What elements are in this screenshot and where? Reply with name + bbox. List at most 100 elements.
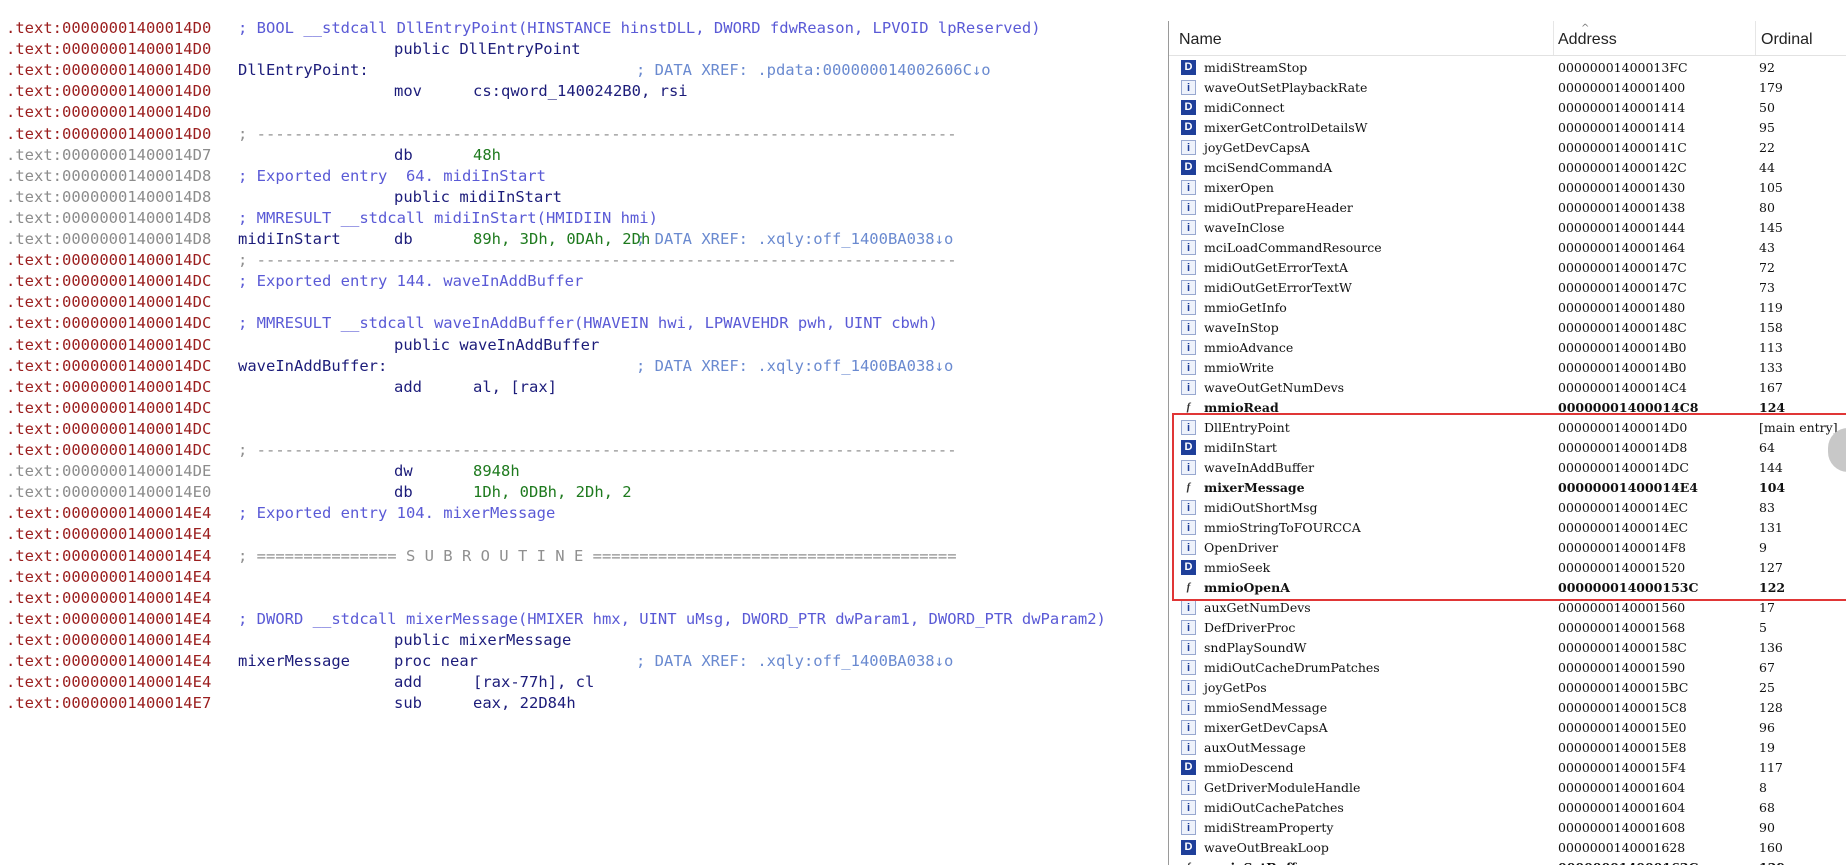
disasm-comment[interactable]: ; BOOL __stdcall DllEntryPoint(HINSTANCE… [238,18,1041,39]
disasm-address[interactable]: .text:00000001400014E4 [6,630,211,651]
export-row[interactable]: i mciLoadCommandResource 0000000140001464 4… [1169,238,1846,258]
export-row[interactable]: f mmioOpenA 000000014000153C 122 [1169,578,1846,598]
export-row[interactable]: i midiStreamProperty 0000000140001608 90 [1169,818,1846,838]
export-row[interactable]: DmidiInStart 00000001400014D8 64 [1169,438,1846,458]
export-row[interactable]: i auxOutMessage 00000001400015E8 19 [1169,738,1846,758]
disasm-comment[interactable]: ; MMRESULT __stdcall midiInStart(HMIDIIN… [238,208,658,229]
disasm-mnemonic[interactable]: dw [394,461,413,482]
disasm-label[interactable]: mixerMessage [238,651,350,672]
disasm-line[interactable]: .text:00000001400014E7 sub eax, 22D84h [6,693,1170,714]
disasm-number[interactable]: 1Dh, 0DBh, 2Dh, 2 [473,482,632,503]
disasm-line[interactable]: .text:00000001400014DC add al, [rax] [6,377,1170,398]
disasm-number[interactable]: 8948h [473,461,520,482]
disasm-address[interactable]: .text:00000001400014DC [6,440,211,461]
disasm-number[interactable]: 89h, 3Dh, 0DAh, 2Dh [473,229,650,250]
disasm-line[interactable]: .text:00000001400014E4 ; DWORD __stdcall … [6,609,1170,630]
disasm-address[interactable]: .text:00000001400014D7 [6,145,211,166]
export-row[interactable]: DmmioSeek 0000000140001520 127 [1169,558,1846,578]
disasm-address[interactable]: .text:00000001400014E7 [6,693,211,714]
export-row[interactable]: i mixerGetDevCapsA 00000001400015E0 96 [1169,718,1846,738]
disasm-mnemonic[interactable]: public waveInAddBuffer [394,335,599,356]
disasm-mnemonic[interactable]: public mixerMessage [394,630,571,651]
export-row[interactable]: i waveOutGetNumDevs 00000001400014C4 167 [1169,378,1846,398]
export-row[interactable]: i DefDriverProc 0000000140001568 5 [1169,618,1846,638]
export-row[interactable]: DmidiStreamStop 00000001400013FC 92 [1169,58,1846,78]
export-row[interactable]: DmmioDescend 00000001400015F4 117 [1169,758,1846,778]
disasm-separator[interactable]: ; --------------------------------------… [238,440,957,461]
disasm-address[interactable]: .text:00000001400014DC [6,377,211,398]
disasm-address[interactable]: .text:00000001400014D0 [6,102,211,123]
disasm-address[interactable]: .text:00000001400014E4 [6,567,211,588]
disasm-line[interactable]: .text:00000001400014DC [6,419,1170,440]
disasm-mnemonic[interactable]: db [394,482,413,503]
disasm-line[interactable]: .text:00000001400014E4 public mixerMessag… [6,630,1170,651]
disasm-mnemonic[interactable]: mov [394,81,422,102]
column-header-ordinal[interactable]: Ordinal [1761,21,1813,55]
disasm-line[interactable]: .text:00000001400014E4 [6,524,1170,545]
export-row[interactable]: i GetDriverModuleHandle 0000000140001604 8 [1169,778,1846,798]
disasm-address[interactable]: .text:00000001400014E4 [6,546,211,567]
export-row[interactable]: i waveInClose 0000000140001444 145 [1169,218,1846,238]
disasm-mnemonic[interactable]: add [394,672,422,693]
disasm-line[interactable]: .text:00000001400014D0 mov cs:qword_140024… [6,81,1170,102]
export-row[interactable]: i waveOutSetPlaybackRate 0000000140001400 1… [1169,78,1846,98]
disasm-mnemonic[interactable]: sub [394,693,422,714]
column-divider[interactable] [1755,21,1756,55]
disasm-separator[interactable]: ; =============== S U B R O U T I N E ==… [238,546,957,567]
disasm-address[interactable]: .text:00000001400014E4 [6,503,211,524]
disasm-mnemonic[interactable]: db [394,145,413,166]
disasm-address[interactable]: .text:00000001400014DC [6,335,211,356]
disasm-comment[interactable]: ; Exported entry 64. midiInStart [238,166,546,187]
disasm-line[interactable]: .text:00000001400014DC public waveInAddBu… [6,335,1170,356]
export-row[interactable]: DmixerGetControlDetailsW 0000000140001414… [1169,118,1846,138]
disasm-address[interactable]: .text:00000001400014E4 [6,609,211,630]
disasm-address[interactable]: .text:00000001400014DC [6,250,211,271]
export-row[interactable]: DmciSendCommandA 000000014000142C 44 [1169,158,1846,178]
disasm-label[interactable]: waveInAddBuffer: [238,356,387,377]
disasm-comment[interactable]: ; Exported entry 144. waveInAddBuffer [238,271,583,292]
disasm-line[interactable]: .text:00000001400014DC [6,292,1170,313]
disasm-mnemonic[interactable]: db [394,229,413,250]
disasm-line[interactable]: .text:00000001400014D8 midiInStart db 89h, … [6,229,1170,250]
disasm-mnemonic[interactable]: add [394,377,422,398]
disasm-comment[interactable]: ; Exported entry 104. mixerMessage [238,503,555,524]
disasm-address[interactable]: .text:00000001400014DC [6,419,211,440]
disasm-line[interactable]: .text:00000001400014E4 ; Exported entry 1… [6,503,1170,524]
disasm-line[interactable]: .text:00000001400014DE dw 8948h [6,461,1170,482]
disasm-line[interactable]: .text:00000001400014D8 public midiInStart [6,187,1170,208]
disasm-separator[interactable]: ; --------------------------------------… [238,250,957,271]
disasm-address[interactable]: .text:00000001400014DC [6,292,211,313]
export-row[interactable]: i midiOutShortMsg 00000001400014EC 83 [1169,498,1846,518]
disasm-address[interactable]: .text:00000001400014D0 [6,18,211,39]
export-row[interactable]: i waveInStop 000000014000148C 158 [1169,318,1846,338]
export-row[interactable]: i mmioStringToFOURCCA 00000001400014EC 131 [1169,518,1846,538]
disasm-line[interactable]: .text:00000001400014E4 ; =============== … [6,546,1170,567]
disasm-address[interactable]: .text:00000001400014D0 [6,39,211,60]
disasm-xref[interactable]: ; DATA XREF: .pdata:000000014002606C↓o [636,60,991,81]
export-row[interactable]: i midiOutCachePatches 0000000140001604 68 [1169,798,1846,818]
disasm-address[interactable]: .text:00000001400014DC [6,398,211,419]
disasm-address[interactable]: .text:00000001400014E4 [6,651,211,672]
export-row[interactable]: i mmioWrite 00000001400014B0 133 [1169,358,1846,378]
export-row[interactable]: i waveInAddBuffer 00000001400014DC 144 [1169,458,1846,478]
disasm-address[interactable]: .text:00000001400014E4 [6,672,211,693]
disasm-address[interactable]: .text:00000001400014D0 [6,124,211,145]
disasm-line[interactable]: .text:00000001400014D0 ; ----------------… [6,124,1170,145]
disasm-label[interactable]: midiInStart [238,229,341,250]
disasm-mnemonic[interactable]: public DllEntryPoint [394,39,581,60]
disasm-operand[interactable]: cs:qword_1400242B0, rsi [473,81,688,102]
disasm-comment[interactable]: ; DWORD __stdcall mixerMessage(HMIXER hm… [238,609,1106,630]
export-row[interactable]: i midiOutPrepareHeader 0000000140001438 80 [1169,198,1846,218]
disasm-address[interactable]: .text:00000001400014D0 [6,60,211,81]
export-row[interactable]: i midiOutGetErrorTextW 000000014000147C 73 [1169,278,1846,298]
disasm-line[interactable]: .text:00000001400014E4 [6,588,1170,609]
disasm-operand[interactable]: al, [rax] [473,377,557,398]
disasm-address[interactable]: .text:00000001400014DE [6,461,211,482]
column-divider[interactable] [1553,21,1554,55]
disasm-line[interactable]: .text:00000001400014D7 db 48h [6,145,1170,166]
disasm-line[interactable]: .text:00000001400014E4 [6,567,1170,588]
disasm-line[interactable]: .text:00000001400014DC ; MMRESULT __stdca… [6,313,1170,334]
disasm-address[interactable]: .text:00000001400014E4 [6,524,211,545]
disasm-address[interactable]: .text:00000001400014D8 [6,229,211,250]
export-row[interactable]: f mmioSetBuffer 000000014000163C 129 [1169,858,1846,865]
